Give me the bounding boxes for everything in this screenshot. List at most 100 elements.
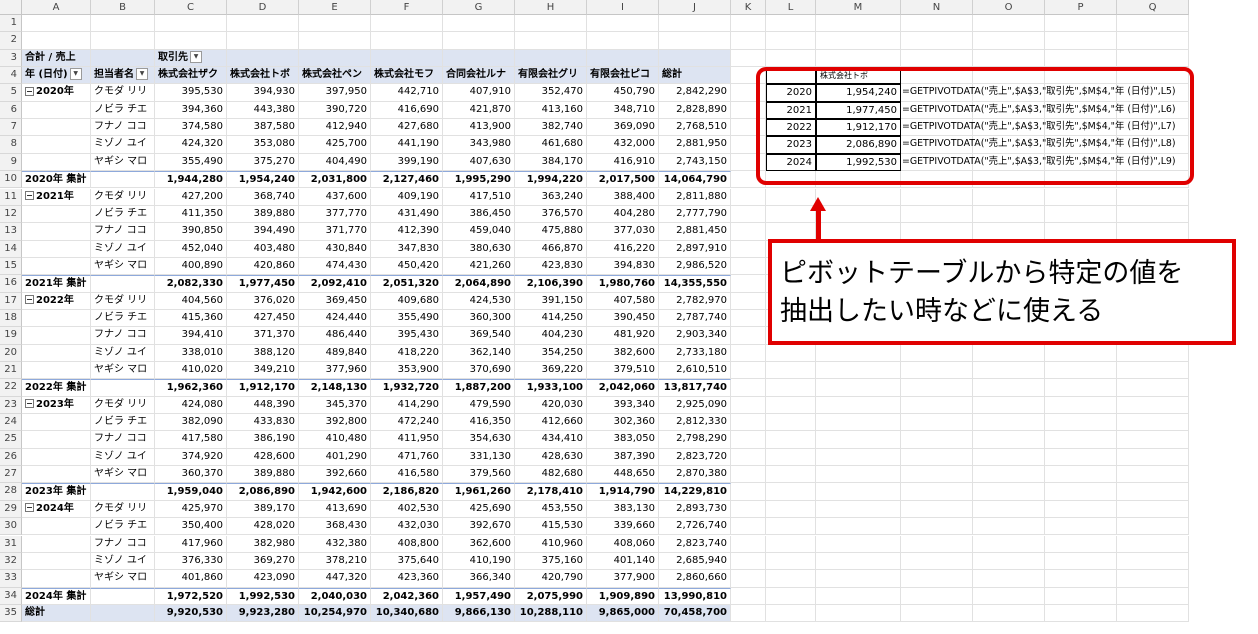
cell[interactable] xyxy=(587,15,659,33)
value-cell[interactable]: 411,950 xyxy=(371,431,443,449)
cell[interactable] xyxy=(816,205,901,224)
cell[interactable] xyxy=(1117,49,1189,68)
value-cell[interactable]: 369,450 xyxy=(299,292,371,310)
value-cell[interactable]: 407,630 xyxy=(443,153,515,172)
value-cell[interactable]: 352,470 xyxy=(515,84,587,102)
value-cell[interactable]: 417,960 xyxy=(155,535,227,553)
cell[interactable] xyxy=(973,552,1045,571)
value-cell[interactable]: 368,430 xyxy=(299,518,371,536)
value-cell[interactable]: 362,140 xyxy=(443,344,515,362)
cell[interactable] xyxy=(766,49,816,68)
cell[interactable] xyxy=(1045,535,1117,553)
cell[interactable] xyxy=(766,552,816,571)
value-cell[interactable]: 386,450 xyxy=(443,205,515,224)
value-cell[interactable]: 388,400 xyxy=(587,188,659,206)
value-cell[interactable]: 461,680 xyxy=(515,136,587,154)
subtotal-value[interactable]: 1,977,450 xyxy=(227,275,299,293)
value-cell[interactable]: 423,360 xyxy=(371,570,443,588)
value-cell[interactable]: 413,690 xyxy=(299,500,371,519)
cell[interactable] xyxy=(299,32,371,50)
value-cell[interactable]: 410,960 xyxy=(515,535,587,553)
cell[interactable] xyxy=(91,604,155,623)
cell[interactable] xyxy=(1117,535,1189,553)
select-all-corner[interactable] xyxy=(0,0,22,15)
cell[interactable] xyxy=(901,466,973,484)
value-cell[interactable]: 413,900 xyxy=(443,119,515,137)
cell[interactable] xyxy=(731,344,766,362)
value-cell[interactable]: 382,980 xyxy=(227,535,299,553)
cell[interactable] xyxy=(901,518,973,536)
row-header[interactable]: 4 xyxy=(0,67,22,85)
value-cell[interactable]: 409,190 xyxy=(371,188,443,206)
cell[interactable] xyxy=(22,552,91,571)
column-header-n[interactable]: N xyxy=(901,0,973,15)
value-cell[interactable]: 415,530 xyxy=(515,518,587,536)
cell[interactable] xyxy=(299,49,371,68)
cell[interactable] xyxy=(973,362,1045,380)
cell[interactable] xyxy=(91,587,155,605)
pivot-company-header[interactable]: 有限会社ピコ xyxy=(587,67,659,85)
column-header-i[interactable]: I xyxy=(587,0,659,15)
cell[interactable] xyxy=(1117,396,1189,415)
value-cell[interactable]: 401,290 xyxy=(299,448,371,467)
value-cell[interactable]: 382,090 xyxy=(155,414,227,432)
cell[interactable] xyxy=(731,240,766,258)
subtotal-value[interactable]: 1,942,600 xyxy=(299,483,371,501)
row-header[interactable]: 20 xyxy=(0,344,22,362)
row-header[interactable]: 18 xyxy=(0,309,22,328)
subtotal-value[interactable]: 1,887,200 xyxy=(443,379,515,397)
row-header[interactable]: 9 xyxy=(0,153,22,172)
value-cell[interactable]: 450,420 xyxy=(371,257,443,276)
value-cell[interactable]: 404,280 xyxy=(587,205,659,224)
value-cell[interactable]: 375,640 xyxy=(371,552,443,571)
value-cell[interactable]: 428,630 xyxy=(515,448,587,467)
cell[interactable] xyxy=(1045,448,1117,467)
subtotal-value[interactable]: 2,186,820 xyxy=(371,483,443,501)
value-cell[interactable]: 363,240 xyxy=(515,188,587,206)
cell[interactable] xyxy=(1117,188,1189,206)
grand-total-value[interactable]: 9,866,130 xyxy=(443,604,515,623)
value-cell[interactable]: 489,840 xyxy=(299,344,371,362)
value-cell[interactable]: 348,710 xyxy=(587,101,659,120)
value-cell[interactable]: 482,680 xyxy=(515,466,587,484)
cell[interactable] xyxy=(816,362,901,380)
cell[interactable] xyxy=(1045,32,1117,50)
cell[interactable] xyxy=(816,535,901,553)
value-cell[interactable]: 394,830 xyxy=(587,257,659,276)
person-name[interactable]: ミゾノ ユイ xyxy=(91,344,155,362)
value-cell[interactable]: 424,440 xyxy=(299,309,371,328)
cell[interactable] xyxy=(1045,344,1117,362)
value-cell[interactable]: 416,350 xyxy=(443,414,515,432)
cell[interactable] xyxy=(1045,604,1117,623)
cell[interactable] xyxy=(901,32,973,50)
person-name[interactable]: フナノ ココ xyxy=(91,535,155,553)
cell[interactable] xyxy=(22,518,91,536)
column-header-d[interactable]: D xyxy=(227,0,299,15)
value-cell[interactable]: 382,600 xyxy=(587,344,659,362)
pivot-col-field[interactable]: 取引先 ▼ xyxy=(155,49,227,68)
value-cell[interactable]: 432,030 xyxy=(371,518,443,536)
cell[interactable] xyxy=(901,344,973,362)
value-cell[interactable]: 378,210 xyxy=(299,552,371,571)
value-cell[interactable]: 441,190 xyxy=(371,136,443,154)
cell[interactable] xyxy=(731,535,766,553)
value-cell[interactable]: 354,630 xyxy=(443,431,515,449)
cell[interactable] xyxy=(766,518,816,536)
cell[interactable] xyxy=(766,344,816,362)
subtotal-value[interactable]: 2,092,410 xyxy=(299,275,371,293)
value-cell[interactable]: 404,490 xyxy=(299,153,371,172)
value-cell[interactable]: 412,940 xyxy=(299,119,371,137)
value-cell[interactable]: 394,490 xyxy=(227,223,299,241)
cell[interactable] xyxy=(731,379,766,397)
value-cell[interactable]: 370,690 xyxy=(443,362,515,380)
person-name[interactable]: ヤギシ マロ xyxy=(91,362,155,380)
cell[interactable] xyxy=(227,15,299,33)
cell[interactable] xyxy=(766,396,816,415)
year-group[interactable]: 2024年 xyxy=(22,500,91,519)
row-header[interactable]: 27 xyxy=(0,466,22,484)
subtotal-value[interactable]: 1,962,360 xyxy=(155,379,227,397)
cell[interactable] xyxy=(731,32,766,50)
cell[interactable] xyxy=(155,32,227,50)
value-cell[interactable]: 408,060 xyxy=(587,535,659,553)
value-cell[interactable]: 375,270 xyxy=(227,153,299,172)
